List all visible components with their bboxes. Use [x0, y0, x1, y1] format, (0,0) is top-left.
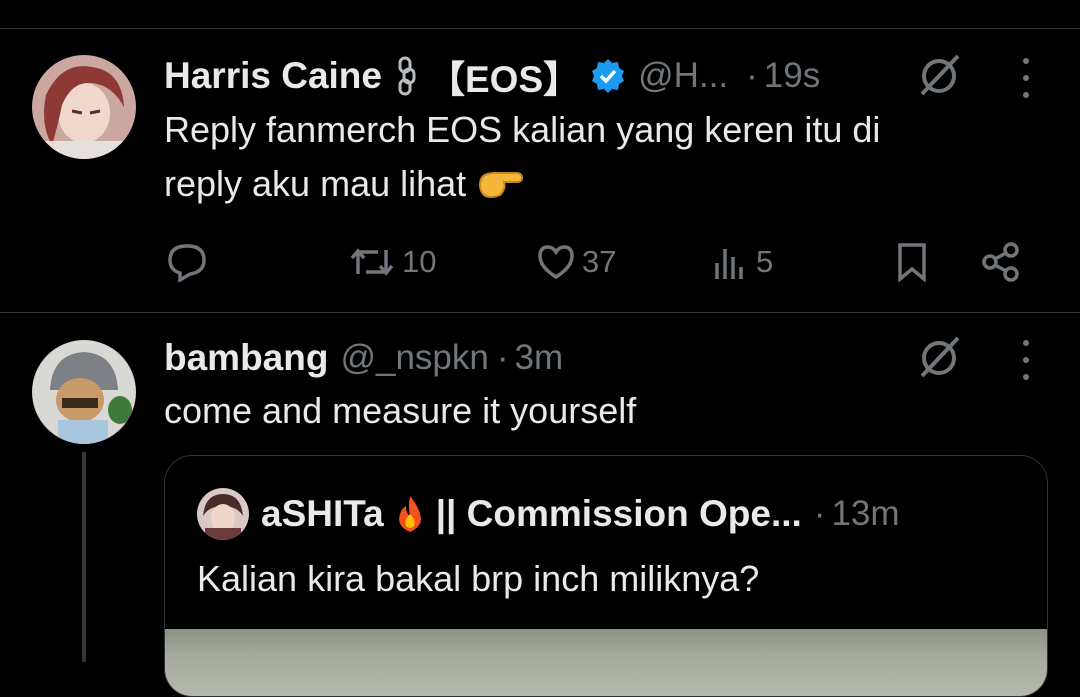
bookmark-icon	[894, 241, 930, 283]
timestamp[interactable]: 19s	[764, 56, 820, 96]
grok-icon[interactable]	[914, 334, 964, 380]
handle[interactable]: @H...	[638, 56, 728, 96]
like-count: 37	[582, 244, 617, 279]
quoted-display-name: aSHITa	[261, 493, 384, 534]
tweet-text-line-1: Reply fanmerch EOS kalian yang keren itu…	[164, 109, 881, 150]
views-icon	[712, 243, 750, 281]
thread-line	[82, 452, 86, 662]
avatar-harris[interactable]	[32, 55, 136, 159]
quoted-tweet-card[interactable]: aSHITa || Commission Ope... · 13m Kalian…	[164, 455, 1048, 697]
like-button[interactable]: 37	[536, 238, 616, 286]
bookmark-button[interactable]	[894, 238, 930, 286]
like-icon	[536, 243, 576, 281]
tweet-text-line-2: reply aku mau lihat	[164, 163, 467, 204]
more-icon[interactable]	[1016, 340, 1036, 380]
quoted-avatar	[197, 488, 249, 540]
pointing-hand-emoji	[476, 167, 524, 201]
reply-handle[interactable]: @_nspkn	[340, 338, 488, 378]
reply-icon	[166, 242, 208, 282]
reply-separator-dot: ·	[496, 338, 509, 377]
separator-dot: ·	[746, 56, 758, 95]
chain-icon	[394, 56, 420, 96]
repost-button[interactable]: 10	[348, 238, 436, 286]
grok-icon[interactable]	[914, 52, 964, 98]
more-icon[interactable]	[1016, 58, 1036, 98]
fire-icon	[394, 494, 426, 534]
quoted-media-image[interactable]	[165, 629, 1047, 696]
repost-icon	[348, 242, 396, 282]
verified-badge-icon[interactable]	[590, 58, 626, 94]
name-tag: 【EOS】	[428, 59, 581, 100]
reply-text: come and measure it yourself	[164, 390, 637, 431]
share-button[interactable]	[980, 238, 1022, 286]
quoted-separator-dot: ·	[813, 494, 826, 533]
avatar-bambang[interactable]	[32, 340, 136, 444]
display-name[interactable]: Harris Caine	[164, 55, 382, 97]
repost-count: 10	[402, 244, 437, 279]
quoted-text: Kalian kira bakal brp inch miliknya?	[197, 558, 760, 599]
quoted-timestamp: 13m	[831, 494, 900, 533]
share-icon	[980, 241, 1022, 283]
reply-timestamp[interactable]: 3m	[515, 338, 564, 378]
tweet-divider	[0, 312, 1080, 313]
reply-button[interactable]	[166, 238, 208, 286]
top-divider	[0, 28, 1080, 29]
reply-display-name[interactable]: bambang	[164, 337, 328, 379]
quoted-name-suffix: || Commission Ope...	[435, 493, 802, 534]
views-button[interactable]: 5	[712, 238, 773, 286]
views-count: 5	[756, 244, 774, 279]
